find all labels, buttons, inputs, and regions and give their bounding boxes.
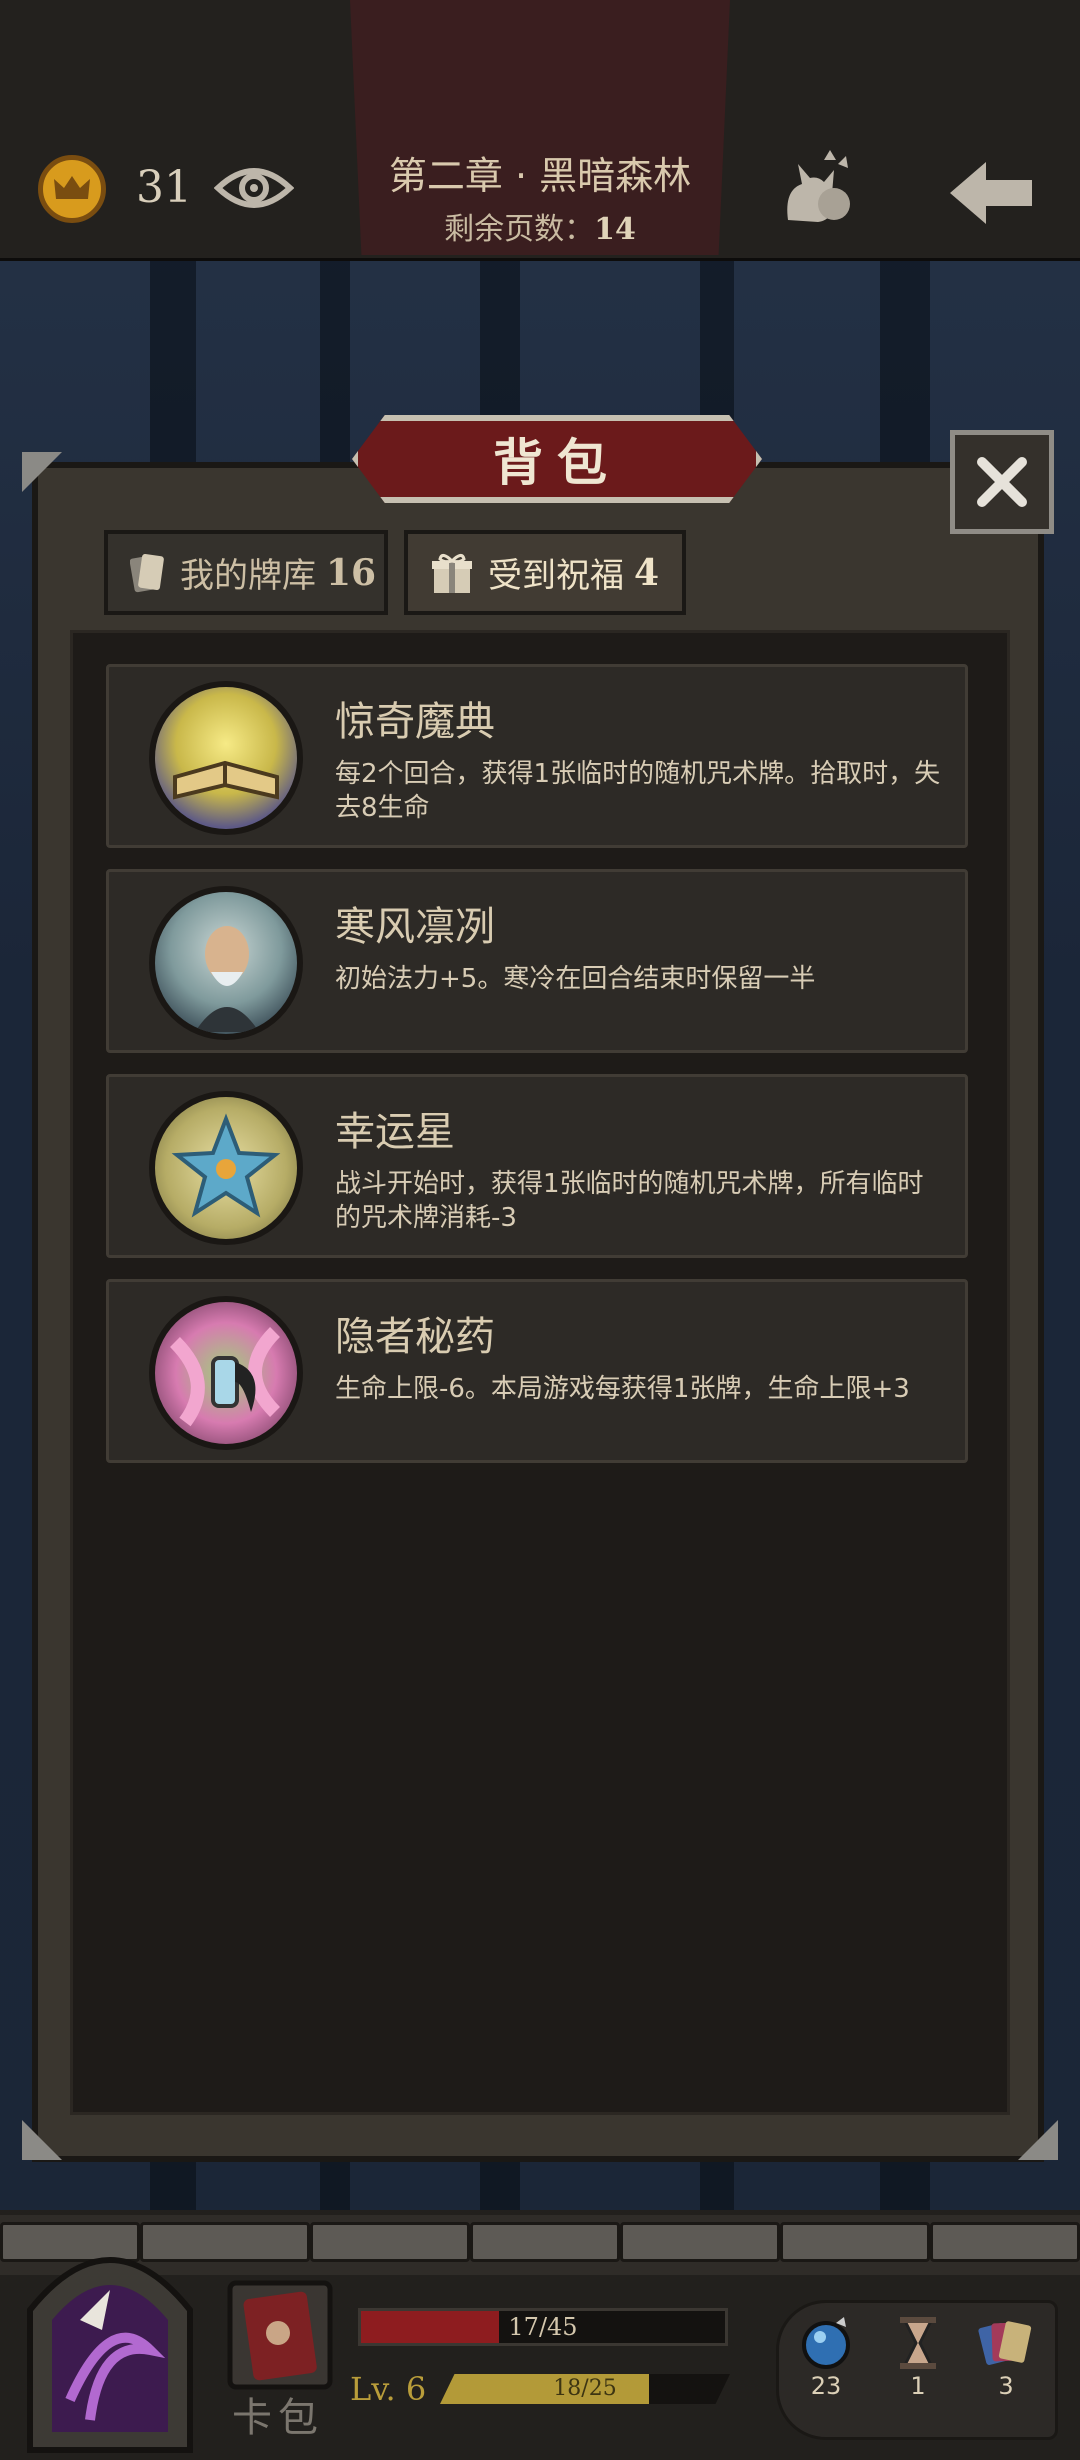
wall-brick xyxy=(470,2222,620,2262)
level-label: Lv. 6 xyxy=(350,2370,427,2408)
blessing-description: 每2个回合，获得1张临时的随机咒术牌。拾取时，失去8生命 xyxy=(335,759,941,823)
blessing-item[interactable]: 惊奇魔典 每2个回合，获得1张临时的随机咒术牌。拾取时，失去8生命 xyxy=(106,664,968,848)
hourglass-icon[interactable] xyxy=(890,2315,946,2371)
tab-blessings[interactable]: 受到祝福 4 xyxy=(404,530,686,615)
blessing-item[interactable]: 幸运星 战斗开始时，获得1张临时的随机咒术牌，所有临时的咒术牌消耗-3 xyxy=(106,1074,968,1258)
cards-icon xyxy=(130,553,164,592)
eye-icon[interactable] xyxy=(214,160,294,216)
orb-icon[interactable] xyxy=(798,2315,854,2371)
wall-brick xyxy=(310,2222,470,2262)
blessing-item[interactable]: 隐者秘药 生命上限-6。本局游戏每获得1张牌，生命上限+3 xyxy=(106,1279,968,1463)
cards-icon[interactable] xyxy=(978,2315,1034,2371)
hourglass-count: 1 xyxy=(910,2372,926,2400)
health-bar: 17/45 xyxy=(358,2308,728,2346)
pages-remaining: 剩余页数：14 xyxy=(350,204,730,248)
blessing-item[interactable]: 寒风凛冽 初始法力+5。寒冷在回合结束时保留一半 xyxy=(106,869,968,1053)
blessing-name: 寒风凛冽 xyxy=(335,904,495,950)
panel-title-plate: 背包 xyxy=(352,415,762,503)
wall-brick xyxy=(930,2222,1080,2262)
experience-bar: 18/25 xyxy=(440,2374,730,2404)
tab-label: 我的牌库 xyxy=(180,556,316,596)
coin-icon xyxy=(38,155,106,223)
potion-icon xyxy=(149,1296,303,1450)
panel-title: 背包 xyxy=(493,434,621,492)
tab-label: 受到祝福 xyxy=(488,556,624,596)
tab-my-deck[interactable]: 我的牌库 16 xyxy=(104,530,388,615)
blessing-name: 隐者秘药 xyxy=(335,1314,495,1360)
wall-brick xyxy=(780,2222,930,2262)
close-icon xyxy=(977,457,1027,507)
coin-count: 31 xyxy=(136,162,192,213)
glowing-book-icon xyxy=(149,681,303,835)
blessing-description: 生命上限-6。本局游戏每获得1张牌，生命上限+3 xyxy=(335,1374,910,1404)
blessing-name: 惊奇魔典 xyxy=(335,699,495,745)
lucky-star-icon xyxy=(149,1091,303,1245)
blessing-name: 幸运星 xyxy=(335,1109,455,1155)
orb-count: 23 xyxy=(810,2372,842,2400)
chapter-title: 第二章 · 黑暗森林 xyxy=(388,154,692,198)
health-text: 17/45 xyxy=(508,2313,578,2341)
pages-remaining-label: 剩余页数： xyxy=(444,212,595,247)
back-arrow-icon[interactable] xyxy=(946,158,1036,228)
experience-text: 18/25 xyxy=(553,2376,617,2401)
tab-count: 4 xyxy=(634,551,660,594)
card-pack-icon[interactable] xyxy=(220,2275,340,2395)
portal-icon[interactable] xyxy=(10,2200,210,2460)
frozen-man-icon xyxy=(149,886,303,1040)
pages-remaining-value: 14 xyxy=(594,212,636,247)
companion-icon[interactable] xyxy=(778,150,858,226)
close-button[interactable] xyxy=(950,430,1054,534)
wall-brick xyxy=(620,2222,780,2262)
tab-count: 16 xyxy=(326,551,377,594)
blessing-description: 战斗开始时，获得1张临时的随机咒术牌，所有临时的咒术牌消耗-3 xyxy=(335,1169,924,1233)
cards-count: 3 xyxy=(998,2372,1014,2400)
card-pack-label: 卡包 xyxy=(232,2395,324,2441)
gift-icon xyxy=(432,553,472,593)
blessing-description: 初始法力+5。寒冷在回合结束时保留一半 xyxy=(335,964,816,994)
